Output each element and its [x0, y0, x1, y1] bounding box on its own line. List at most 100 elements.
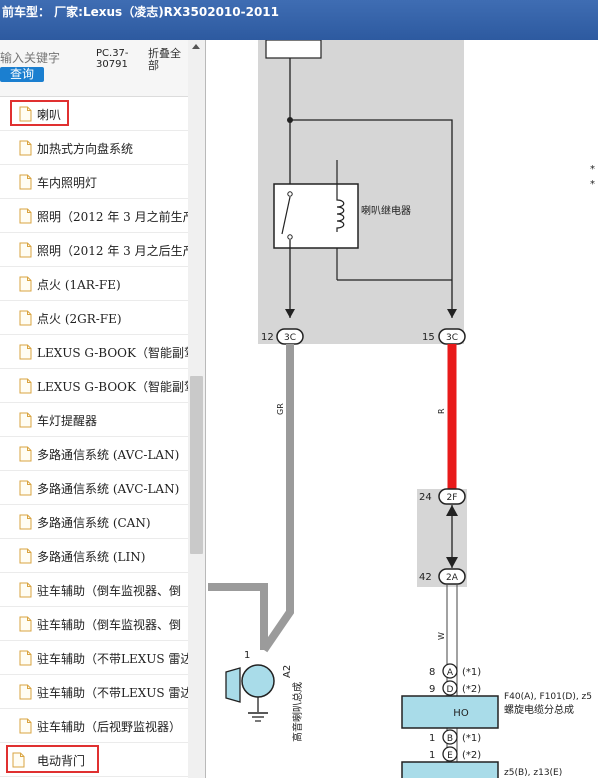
- tree-item-horn[interactable]: 喇叭: [0, 98, 188, 131]
- tree-item-lighting-after-2012[interactable]: 照明（2012 年 3 月之后生产: [0, 234, 188, 267]
- note-star: *: [590, 164, 595, 175]
- document-icon: [19, 718, 32, 734]
- wire-gray-branch: [208, 583, 268, 650]
- tree-item-label: 多路通信系统 (AVC-LAN): [37, 448, 180, 462]
- tree-item-avc-lan-1[interactable]: 多路通信系统 (AVC-LAN): [0, 438, 188, 471]
- tree-item-label: 电动背门: [37, 754, 86, 768]
- tree-item-label: 多路通信系统 (AVC-LAN): [37, 482, 180, 496]
- spiral-label: 螺旋电缆分总成: [504, 703, 574, 716]
- tree-item-lin[interactable]: 多路通信系统 (LIN): [0, 540, 188, 573]
- document-icon: [19, 514, 32, 530]
- tree-item-label: 驻车辅助（倒车监视器、倒: [37, 584, 182, 598]
- tree-item-label: 驻车辅助（不带LEXUS 雷达: [37, 652, 188, 666]
- tree-item-label: 驻车辅助（后视野监视器）: [37, 720, 182, 734]
- pin-number: 42: [419, 572, 432, 583]
- horn-body: [241, 664, 275, 698]
- pin-note: (*1): [462, 733, 481, 744]
- tree-item-parking-assist-3[interactable]: 驻车辅助（不带LEXUS 雷达: [0, 642, 188, 675]
- collapse-all-button[interactable]: 折叠全部: [148, 48, 190, 72]
- sidebar-toolbar: 查询 PC.37-30791 折叠全部: [0, 40, 205, 97]
- document-icon: [19, 242, 32, 258]
- document-tree: 喇叭 加热式方向盘系统 车内照明灯 照明（2012 年 3 月之前生产 照明（2…: [0, 98, 188, 778]
- document-icon: [12, 752, 25, 768]
- tree-item-gbook-2[interactable]: LEXUS G-BOOK（智能副驾驶: [0, 370, 188, 403]
- tree-item-label: 加热式方向盘系统: [37, 142, 134, 156]
- tree-item-label: 照明（2012 年 3 月之后生产: [37, 244, 188, 258]
- relay-label: 喇叭继电器: [361, 204, 411, 217]
- ho-label: HO: [453, 708, 469, 719]
- pin-note: (*2): [462, 750, 481, 761]
- tree-item-parking-assist-1[interactable]: 驻车辅助（倒车监视器、倒: [0, 574, 188, 607]
- tree-item-power-back-door[interactable]: 电动背门: [0, 744, 188, 777]
- pin-letter: D: [447, 685, 454, 695]
- title-bar: 前车型： 厂家:Lexus（凌志)RX3502010-2011: [0, 0, 598, 40]
- document-icon: [19, 378, 32, 394]
- connector-label: 2A: [446, 573, 459, 583]
- document-icon: [19, 174, 32, 190]
- horn-id: A2: [282, 665, 293, 678]
- sidebar: 查询 PC.37-30791 折叠全部 喇叭 加热式方向盘系统 车内照明灯 照明…: [0, 40, 206, 778]
- tree-item-label: 多路通信系统 (LIN): [37, 550, 146, 564]
- tree-item-light-reminder[interactable]: 车灯提醒器: [0, 404, 188, 437]
- search-input[interactable]: [0, 50, 88, 66]
- pin-number: 12: [261, 332, 274, 343]
- document-icon: [19, 684, 32, 700]
- bottom-codes: z5(B), z13(E): [504, 768, 562, 778]
- tree-item-parking-assist-5[interactable]: 驻车辅助（后视野监视器）: [0, 710, 188, 743]
- tree-item-parking-assist-2[interactable]: 驻车辅助（倒车监视器、倒: [0, 608, 188, 641]
- pin-letter: E: [447, 751, 453, 761]
- tree-item-label: 驻车辅助（不带LEXUS 雷达: [37, 686, 188, 700]
- tree-item-gbook-1[interactable]: LEXUS G-BOOK（智能副驾驶: [0, 336, 188, 369]
- tree-item-ignition-1ar[interactable]: 点火 (1AR-FE): [0, 268, 188, 301]
- document-icon: [19, 446, 32, 462]
- tree-item-label: 喇叭: [37, 108, 62, 122]
- document-icon: [19, 548, 32, 564]
- tree-item-label: LEXUS G-BOOK（智能副驾驶: [37, 380, 188, 394]
- document-icon: [19, 480, 32, 496]
- tree-item-can[interactable]: 多路通信系统 (CAN): [0, 506, 188, 539]
- pin-letter: B: [447, 734, 453, 744]
- tree-item-interior-lights[interactable]: 车内照明灯: [0, 166, 188, 199]
- pin-number: 24: [419, 492, 432, 503]
- pin-number: 1: [244, 650, 250, 661]
- document-icon: [19, 582, 32, 598]
- tree-item-label: LEXUS G-BOOK（智能副驾驶: [37, 346, 188, 360]
- scroll-up-arrow-icon[interactable]: [192, 44, 200, 49]
- pin-number: 1: [429, 750, 435, 761]
- pin-letter: A: [447, 668, 454, 678]
- spiral-cable-box: [401, 695, 499, 729]
- pin-number: 1: [429, 733, 435, 744]
- connector-label: 2F: [447, 493, 458, 503]
- document-icon: [19, 650, 32, 666]
- pin-number: 8: [429, 667, 435, 678]
- pin-note: (*2): [462, 684, 481, 695]
- tree-item-label: 点火 (1AR-FE): [37, 278, 121, 292]
- tree-item-heated-steering[interactable]: 加热式方向盘系统: [0, 132, 188, 165]
- document-icon: [19, 616, 32, 632]
- document-icon: [19, 208, 32, 224]
- tree-item-avc-lan-2[interactable]: 多路通信系统 (AVC-LAN): [0, 472, 188, 505]
- connector-label: 3C: [284, 333, 296, 343]
- pc-code: PC.37-30791: [96, 48, 129, 70]
- tree-item-label: 多路通信系统 (CAN): [37, 516, 151, 530]
- tree-item-parking-assist-4[interactable]: 驻车辅助（不带LEXUS 雷达: [0, 676, 188, 709]
- tree-item-label: 点火 (2GR-FE): [37, 312, 122, 326]
- tree-item-lighting-before-2012[interactable]: 照明（2012 年 3 月之前生产: [0, 200, 188, 233]
- scrollbar-thumb[interactable]: [190, 376, 203, 554]
- horn-label: 高音喇叭总成: [291, 682, 304, 742]
- tree-item-label: 车内照明灯: [37, 176, 98, 190]
- tree-item-label: 驻车辅助（倒车监视器、倒: [37, 618, 182, 632]
- tree-item-ignition-2gr[interactable]: 点火 (2GR-FE): [0, 302, 188, 335]
- tree-item-label: 照明（2012 年 3 月之前生产: [37, 210, 188, 224]
- document-icon: [19, 310, 32, 326]
- wire-color-label: R: [437, 408, 446, 414]
- spiral-codes: F40(A), F101(D), z5: [504, 692, 592, 702]
- pin-note: (*1): [462, 667, 481, 678]
- document-icon: [19, 276, 32, 292]
- connector-label: 3C: [446, 333, 458, 343]
- wiring-diagram: 喇叭继电器 12 3C 15 3C GR R 24 2F 42 2A W 1 A…: [206, 40, 598, 778]
- document-icon: [19, 106, 32, 122]
- search-button[interactable]: 查询: [0, 67, 44, 82]
- wiring-diagram-canvas: 喇叭继电器 12 3C 15 3C GR R 24 2F 42 2A W 1 A…: [208, 40, 595, 778]
- wire-color-label: GR: [276, 403, 285, 415]
